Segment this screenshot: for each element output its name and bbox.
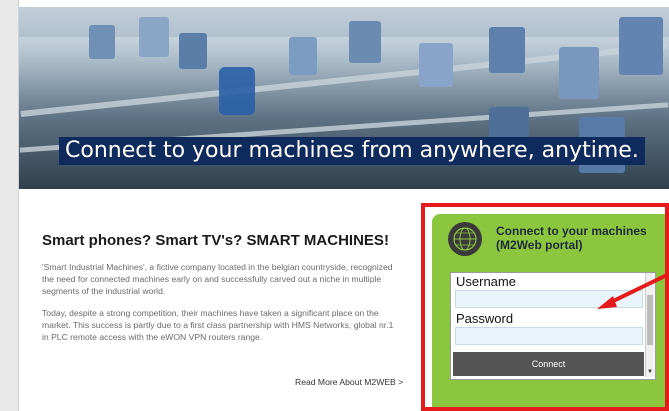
- hero-packet: [179, 33, 207, 69]
- hero-packet: [489, 27, 525, 73]
- hero-packet: [559, 47, 599, 99]
- login-title: Connect to your machines (M2Web portal): [496, 224, 647, 252]
- scroll-down-icon[interactable]: ▼: [647, 369, 653, 375]
- hero-machine: [219, 67, 255, 115]
- hero-packet: [419, 43, 453, 87]
- hero-title: Connect to your machines from anywhere, …: [59, 137, 645, 165]
- hero-band: [19, 7, 669, 37]
- article-paragraph: Today, despite a strong competition, the…: [42, 308, 394, 342]
- globe-icon: [448, 222, 482, 256]
- page-left-edge: [0, 0, 19, 411]
- hero-packet: [89, 25, 115, 59]
- hero-packet: [289, 37, 317, 75]
- password-field[interactable]: [455, 327, 643, 345]
- connect-button[interactable]: Connect: [453, 352, 644, 376]
- article: Smart phones? Smart TV's? SMART MACHINES…: [42, 232, 402, 353]
- hero-banner: Connect to your machines from anywhere, …: [19, 7, 669, 189]
- hero-packet: [139, 17, 169, 57]
- hero-packet: [619, 17, 663, 75]
- article-heading: Smart phones? Smart TV's? SMART MACHINES…: [42, 232, 389, 249]
- username-label: Username: [456, 274, 516, 289]
- password-label: Password: [456, 311, 514, 326]
- hero-packet: [349, 21, 381, 63]
- article-paragraph: 'Smart Industrial Machines', a fictive c…: [42, 262, 393, 296]
- red-arrow-icon: [597, 272, 669, 309]
- read-more-link[interactable]: Read More About M2WEB >: [295, 377, 403, 387]
